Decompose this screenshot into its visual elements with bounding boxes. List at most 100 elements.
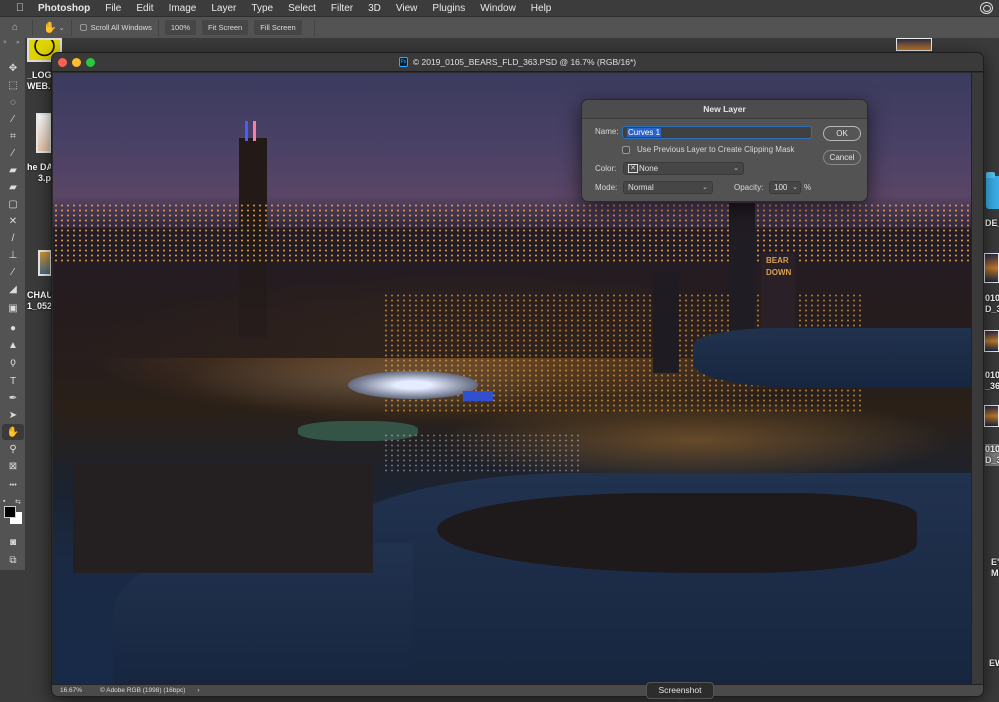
tool-blur-icon[interactable]: ● — [2, 320, 24, 336]
dock-tooltip: Screenshot — [646, 682, 714, 702]
color-select[interactable]: ✕ None ⌄ — [623, 162, 744, 175]
no-color-icon: ✕ — [628, 164, 638, 174]
tool-eyedropper-icon[interactable]: ⁄ — [2, 145, 24, 161]
apple-logo-icon[interactable]:  — [14, 2, 26, 14]
desktop-file-thumbnail[interactable] — [984, 253, 999, 283]
desktop-file-label[interactable]: he DAN3.p — [27, 162, 51, 184]
tool-path-selection-icon[interactable]: ➤ — [2, 407, 24, 423]
desktop-file-thumbnail[interactable] — [984, 330, 999, 352]
menu-layer[interactable]: Layer — [211, 3, 236, 14]
zoom-window-button[interactable] — [86, 58, 95, 67]
status-menu-arrow-icon[interactable]: › — [197, 687, 199, 694]
menu-filter[interactable]: Filter — [331, 3, 353, 14]
desktop-file-label[interactable]: E' M — [991, 557, 999, 579]
desktop-file-label[interactable]: _LOGOWEB.p — [27, 70, 51, 92]
zoom-level[interactable]: 16.67% — [52, 687, 90, 694]
hand-tool-preset-icon[interactable]: ✋ — [43, 21, 57, 34]
opacity-input[interactable]: 100 ⌄ — [769, 181, 801, 194]
tool-lasso-icon[interactable]: ◌ — [2, 94, 24, 110]
tool-more-icon[interactable]: ••• — [2, 477, 24, 493]
menu-app-photoshop[interactable]: Photoshop — [38, 3, 90, 14]
minimize-window-button[interactable] — [72, 58, 81, 67]
cancel-button[interactable]: Cancel — [823, 150, 861, 165]
screen-mode-icon[interactable]: ⧉ — [2, 552, 24, 568]
vertical-scrollbar[interactable] — [971, 73, 983, 685]
tool-history-brush-icon[interactable]: ⁄ — [2, 264, 24, 280]
divider — [32, 19, 33, 36]
skyscraper — [653, 273, 679, 373]
tool-eraser-icon[interactable]: ◢ — [2, 281, 24, 297]
desktop-file-label[interactable]: 010D_3 — [985, 444, 999, 466]
menu-file[interactable]: File — [105, 3, 121, 14]
clipping-mask-checkbox[interactable] — [622, 146, 630, 154]
desktop-file-label[interactable]: DE_I — [985, 218, 999, 228]
desktop-file-label[interactable]: CHAUL1_052 — [27, 290, 51, 312]
fill-screen-button[interactable]: Fill Screen — [254, 20, 302, 35]
tool-pen-icon[interactable]: ✒ — [2, 390, 24, 406]
dialog-title: New Layer — [582, 100, 867, 119]
menu-image[interactable]: Image — [169, 3, 197, 14]
home-icon[interactable]: ⌂ — [12, 22, 26, 33]
document-title: © 2019_0105_BEARS_FLD_363.PSD @ 16.7% (R… — [412, 57, 637, 67]
tool-frame-x-icon[interactable]: ⊠ — [2, 458, 24, 474]
ok-button[interactable]: OK — [823, 126, 861, 141]
tool-crop-icon[interactable]: ⌗ — [2, 128, 24, 144]
tool-magic-wand-icon[interactable]: ⁄ — [2, 111, 24, 127]
mode-label: Mode: — [595, 183, 618, 192]
menu-edit[interactable]: Edit — [136, 3, 153, 14]
creative-cloud-icon[interactable] — [980, 2, 993, 14]
layer-name-input[interactable]: Curves 1 — [622, 126, 812, 139]
close-window-button[interactable] — [58, 58, 67, 67]
chevron-down-icon[interactable]: ⌄ — [59, 24, 65, 32]
chevron-down-icon: ⌄ — [733, 165, 739, 172]
menu-3d[interactable]: 3D — [368, 3, 381, 14]
tool-clone-stamp-icon[interactable]: ⊥ — [2, 247, 24, 263]
status-bar: 16.67% © Adobe RGB (1998) (16bpc) › — [52, 684, 983, 696]
tool-spot-healing-icon[interactable]: ▰ — [2, 162, 24, 178]
tool-sharpen-icon[interactable]: ▲ — [2, 337, 24, 353]
tool-gradient-icon[interactable]: ▣ — [2, 300, 24, 316]
color-profile: © Adobe RGB (1998) (16bpc) — [100, 687, 186, 694]
tool-dodge-icon[interactable]: ϙ — [2, 354, 24, 370]
color-swatches: ▪ ⇆ — [3, 498, 25, 528]
desktop-file-label[interactable]: 010D_3 — [985, 293, 999, 315]
scroll-all-windows-checkbox[interactable] — [79, 24, 87, 31]
desktop-file-thumbnail[interactable] — [984, 405, 999, 427]
menu-plugins[interactable]: Plugins — [432, 3, 465, 14]
marina-boats — [383, 433, 583, 473]
tool-brush-icon[interactable]: / — [2, 230, 24, 246]
tool-frame-icon[interactable]: ▢ — [2, 196, 24, 212]
chevron-down-icon: ⌄ — [702, 184, 708, 191]
menu-help[interactable]: Help — [531, 3, 552, 14]
desktop-file-label[interactable]: 010 _36 — [985, 370, 999, 392]
desktop-file-thumbnail[interactable] — [896, 38, 932, 51]
tool-content-aware-move-icon[interactable]: ✕ — [2, 213, 24, 229]
quick-mask-icon[interactable]: ◙ — [2, 534, 24, 550]
name-label: Name: — [595, 127, 619, 136]
menu-window[interactable]: Window — [480, 3, 516, 14]
tool-zoom-icon[interactable]: ⚲ — [2, 441, 24, 457]
panel-collapse-icon[interactable]: × » — [3, 40, 24, 46]
fit-screen-button[interactable]: Fit Screen — [202, 20, 249, 35]
opacity-label: Opacity: — [734, 183, 764, 192]
desktop-file-thumbnail[interactable] — [36, 113, 52, 153]
default-colors-icon[interactable]: ▪ — [3, 498, 5, 505]
menu-type[interactable]: Type — [251, 3, 273, 14]
menu-select[interactable]: Select — [288, 3, 316, 14]
menu-view[interactable]: View — [396, 3, 418, 14]
tool-marquee-icon[interactable]: ⬚ — [2, 77, 24, 93]
desktop-file-thumbnail[interactable] — [38, 250, 52, 276]
swap-colors-icon[interactable]: ⇆ — [15, 498, 21, 506]
mode-select[interactable]: Normal ⌄ — [623, 181, 713, 194]
tool-move-icon[interactable]: ✥ — [2, 60, 24, 76]
document-title-bar[interactable]: Ps © 2019_0105_BEARS_FLD_363.PSD @ 16.7%… — [52, 53, 983, 72]
desktop-file-label[interactable]: EW — [989, 658, 999, 668]
zoom-100-button[interactable]: 100% — [164, 20, 197, 35]
tool-type-icon[interactable]: T — [2, 373, 24, 389]
folder-icon[interactable] — [986, 172, 999, 209]
foreground-color-swatch[interactable] — [4, 506, 16, 518]
chevron-down-icon[interactable]: ⌄ — [792, 182, 798, 193]
tool-brush-bandage-icon[interactable]: ▰ — [2, 179, 24, 195]
tool-hand-icon[interactable]: ✋ — [2, 424, 24, 440]
divider — [70, 19, 72, 36]
